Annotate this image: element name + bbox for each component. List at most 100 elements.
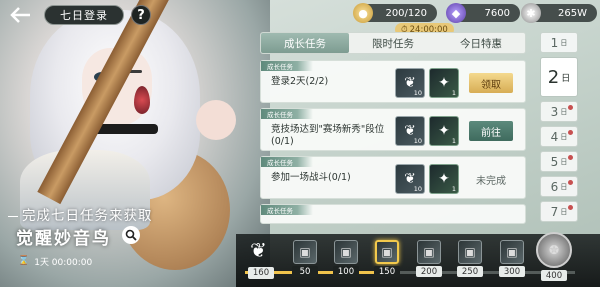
milestone-chest[interactable]: ▣ 300 [499,240,525,277]
currency-silver[interactable]: ✱ 265W [521,3,597,23]
task-item: 成长任务 [260,204,526,224]
milestone-label: 300 [499,266,525,277]
task-tabs: 成长任务 限时任务 今日特惠 [260,32,526,54]
sword-icon: ✦ [438,123,450,139]
task-list: 成长任务 登录2天(2/2) ❦ 10 ✦ 1 领取 成长任务 竞技场达到"赛场… [260,60,526,229]
day-tab-7[interactable]: 7日 [540,201,578,222]
day-tab-2[interactable]: 2日 [540,57,578,97]
sword-icon: ✦ [438,75,450,91]
notification-dot [568,205,573,210]
reward-count: 10 [413,89,422,97]
day-unit: 日 [560,38,568,47]
day-unit: 日 [560,107,568,116]
chest-icon: ✪ [536,232,572,268]
task-item: 成长任务 竞技场达到"赛场新秀"段位 (0/1) ❦ 10 ✦ 1 前往 [260,108,526,151]
day-unit: 日 [560,132,568,141]
milestone-label: 200 [416,266,442,277]
task-description: 参加一场战斗(0/1) [271,172,351,183]
reward-count: 10 [413,137,422,145]
task-item: 成长任务 登录2天(2/2) ❦ 10 ✦ 1 领取 [260,60,526,103]
task-category: 成长任务 [261,61,313,71]
progress-current-label: 160 [248,267,274,279]
character-hand [196,100,236,140]
task-item: 成长任务 参加一场战斗(0/1) ❦ 10 ✦ 1 未完成 [260,156,526,199]
earring [134,86,150,114]
currency-gem[interactable]: ◆ 7600 [446,3,520,23]
day-unit: 日 [560,157,568,166]
reward-item[interactable]: ✦ 1 [429,68,459,98]
reward-item[interactable]: ✦ 1 [429,116,459,146]
day-selector: 1日 2日 3日 4日 5日 6日 7日 [540,32,578,226]
reward-count: 1 [451,89,456,97]
notification-dot [568,155,573,160]
incomplete-status: 未完成 [476,175,506,187]
reward-item[interactable]: ✦ 1 [429,164,459,194]
task-category: 成长任务 [261,205,313,215]
reward-item[interactable]: ❦ 10 [395,68,425,98]
currency-silver-value: 265W [558,7,587,19]
task-rewards: ❦ 10 ✦ 1 [395,116,459,146]
go-button[interactable]: 前往 [469,121,513,141]
currency-gem-value: 7600 [484,7,510,19]
day-tab-1[interactable]: 1日 [540,32,578,53]
tab-growth-tasks[interactable]: 成长任务 [261,33,349,53]
notification-dot [568,130,573,135]
magnifier-icon [125,229,137,241]
day-number: 3 [550,104,559,119]
milestone-chest[interactable]: ▣ 250 [457,240,483,277]
milestone-label: 250 [457,266,483,277]
day-unit: 日 [560,207,568,216]
back-arrow-icon [10,7,30,23]
notification-dot [568,105,573,110]
progress-feather-icon: ❦ [250,238,267,262]
promo-subtitle: 完成七日任务来获取 [8,204,153,224]
day-tab-4[interactable]: 4日 [540,126,578,147]
currency-gold[interactable]: ● 200/120 [353,3,437,23]
promo-title: 觉醒妙音鸟 [16,229,111,249]
day-number: 2 [547,66,560,88]
day-unit: 日 [560,182,568,191]
task-category: 成长任务 [261,157,313,167]
chest-icon: ▣ [293,240,317,264]
reward-count: 10 [413,185,422,193]
tab-daily-deals[interactable]: 今日特惠 [437,33,525,53]
tab-limited-tasks[interactable]: 限时任务 [349,33,437,53]
day-number: 1 [550,35,559,50]
claim-button[interactable]: 领取 [469,73,513,93]
milestone-label: 50 [292,266,318,277]
reward-item[interactable]: ❦ 10 [395,164,425,194]
milestone-chest[interactable]: ✪ 400 [536,232,572,281]
chest-icon: ▣ [500,240,524,264]
milestone-chest[interactable]: ▣ 50 [292,240,318,277]
milestone-chest[interactable]: ▣ 100 [333,240,359,277]
task-description: 登录2天(2/2) [271,76,329,87]
day-number: 4 [550,129,559,144]
countdown-timer: ⌛ 1天 00:00:00 [18,254,128,268]
chest-icon: ▣ [417,240,441,264]
milestone-chest[interactable]: ▣ 150 [374,240,400,277]
day-number: 5 [550,154,559,169]
day-number: 7 [550,204,559,219]
sword-icon: ✦ [438,171,450,187]
milestone-label: 400 [541,270,567,281]
chest-icon: ▣ [458,240,482,264]
countdown-value: 1天 00:00:00 [34,257,93,268]
day-unit: 日 [561,73,571,84]
help-button[interactable]: ? [131,5,151,25]
reward-item[interactable]: ❦ 10 [395,116,425,146]
day-tab-6[interactable]: 6日 [540,176,578,197]
task-category: 成长任务 [261,109,313,119]
day-tab-5[interactable]: 5日 [540,151,578,172]
milestone-chest[interactable]: ▣ 200 [416,240,442,277]
task-rewards: ❦ 10 ✦ 1 [395,68,459,98]
currency-gold-value: 200/120 [385,7,427,19]
notification-dot [568,180,573,185]
day-tab-3[interactable]: 3日 [540,101,578,122]
back-button[interactable] [6,4,36,26]
chest-icon: ▣ [334,240,358,264]
task-rewards: ❦ 10 ✦ 1 [395,164,459,194]
preview-button[interactable] [122,226,140,244]
gear-icon: ✱ [521,3,541,23]
hourglass-icon: ⌛ [18,256,30,266]
page-title: 七日登录 [44,5,124,25]
